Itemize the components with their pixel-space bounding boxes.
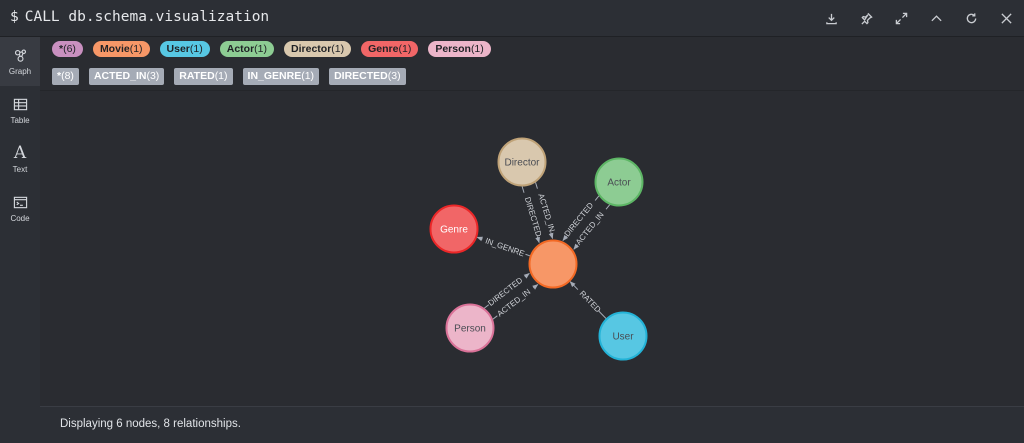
label-pill-count: (1) (189, 43, 203, 55)
rerun-button[interactable] (954, 0, 989, 37)
graph-view[interactable]: ACTED_INDIRECTED ACTED_INDIRECTEDIN_GENRE… (40, 91, 1024, 406)
sidebar-label-graph: Graph (8, 66, 32, 76)
graph-canvas[interactable]: ACTED_IN DIRECTED ACTED_IN DIRECTED IN_GENRE… (40, 91, 1024, 406)
label-pill-name: User (166, 43, 190, 55)
label-pill-actor[interactable]: Actor(1) (219, 41, 275, 57)
rel-pill-in-genre[interactable]: IN_GENRE(1) (242, 68, 320, 85)
status-text: Displaying 6 nodes, 8 relationships. (60, 418, 241, 430)
collapse-button[interactable] (919, 0, 954, 37)
graph-node-genre[interactable]: Genre (429, 204, 479, 254)
graph-node-user[interactable]: User (598, 311, 648, 361)
result-frame: $ CALL db.schema.visualization Graph Tab… (0, 0, 1024, 443)
label-pill-movie[interactable]: Movie(1) (92, 41, 150, 57)
sidebar-label-text: Text (12, 165, 28, 174)
rel-pill-acted-in[interactable]: ACTED_IN(3) (88, 68, 165, 85)
text-icon: A (13, 143, 27, 163)
command-text: CALL db.schema.visualization (24, 9, 270, 25)
pin-button[interactable] (849, 0, 884, 37)
relationship-edge[interactable]: RATED (569, 281, 607, 320)
graph-icon (14, 49, 26, 62)
prompt-symbol: $ (10, 9, 19, 25)
label-pill-person[interactable]: Person(1) (428, 41, 491, 57)
rerun-icon (966, 13, 977, 24)
label-pill-all[interactable]: *(6) (52, 41, 83, 57)
node-label: Director (504, 158, 540, 169)
download-button[interactable] (814, 0, 849, 37)
rel-pill-name: IN_GENRE (247, 70, 302, 82)
label-pill-name: Person (435, 43, 471, 55)
relationship-types-row: *(8) ACTED_IN(3) RATED(1) IN_GENRE(1) DIRECT… (52, 68, 406, 85)
label-pill-count: (1) (331, 43, 345, 55)
code-icon (13, 196, 27, 208)
rel-pill-name: ACTED_IN (93, 70, 147, 82)
edge-label: RATED (578, 289, 603, 314)
rel-pill-count: (8) (61, 70, 74, 82)
node-label: User (612, 332, 634, 343)
edge-label: IN_GENRE (484, 236, 526, 258)
download-icon (826, 13, 837, 25)
frame-header: $ CALL db.schema.visualization (0, 0, 1024, 37)
sidebar-item-table[interactable]: Table (0, 86, 40, 135)
sidebar-item-code[interactable]: Code (0, 184, 40, 233)
rel-pill-rated[interactable]: RATED(1) (174, 68, 233, 85)
label-pill-count: (1) (129, 43, 143, 55)
label-pill-count: (1) (254, 43, 268, 55)
close-icon (1001, 13, 1012, 24)
label-pill-user[interactable]: User(1) (159, 41, 210, 57)
rel-pill-count: (3) (146, 70, 160, 82)
table-icon (13, 98, 27, 110)
label-pill-count: (6) (63, 43, 76, 55)
label-pill-name: Director (291, 43, 332, 55)
pin-icon (861, 12, 873, 25)
rel-pill-directed[interactable]: DIRECTED(3) (329, 68, 406, 85)
rel-pill-name: DIRECTED (334, 70, 388, 82)
fullscreen-button[interactable] (884, 0, 919, 37)
legend-panel: *(6) Movie(1) User(1) Actor(1) Director(1) Ge… (40, 37, 1024, 91)
graph-node-movie[interactable] (528, 239, 578, 289)
expand-icon (895, 12, 908, 25)
rel-pill-name: RATED (179, 70, 215, 82)
node-label: Actor (607, 178, 631, 189)
sidebar-item-text[interactable]: A Text (0, 135, 40, 184)
graph-node-person[interactable]: Person (445, 303, 495, 353)
node-label: Person (454, 324, 486, 335)
label-pill-count: (1) (398, 43, 412, 55)
status-bar: Displaying 6 nodes, 8 relationships. (40, 406, 1024, 443)
label-pill-name: Genre (368, 43, 399, 55)
node-label: Genre (440, 225, 468, 236)
rel-pill-count: (1) (301, 70, 315, 82)
sidebar-item-graph[interactable]: Graph (0, 37, 40, 86)
node-circle[interactable] (528, 239, 578, 289)
label-pill-director[interactable]: Director(1) (284, 41, 352, 57)
label-pill-name: Movie (99, 43, 130, 55)
sidebar-label-code: Code (10, 213, 30, 223)
frame-toolbar (814, 0, 1024, 37)
rel-pill-all[interactable]: *(8) (52, 68, 79, 85)
rel-pill-count: (1) (214, 70, 228, 82)
label-pill-count: (1) (470, 43, 484, 55)
command-line[interactable]: $ CALL db.schema.visualization (10, 9, 269, 25)
collapse-icon (931, 15, 942, 22)
node-labels-row: *(6) Movie(1) User(1) Actor(1) Director(1) Ge… (52, 41, 491, 57)
view-sidebar: Graph Table A Text Code (0, 37, 40, 443)
close-button[interactable] (989, 0, 1024, 37)
graph-node-director[interactable]: Director (497, 137, 547, 187)
relationship-edge[interactable]: IN_GENRE (476, 234, 532, 259)
label-pill-name: Actor (226, 43, 255, 55)
label-pill-genre[interactable]: Genre(1) (361, 41, 419, 57)
rel-pill-count: (3) (387, 70, 401, 82)
sidebar-label-table: Table (10, 115, 30, 125)
graph-node-actor[interactable]: Actor (594, 157, 644, 207)
